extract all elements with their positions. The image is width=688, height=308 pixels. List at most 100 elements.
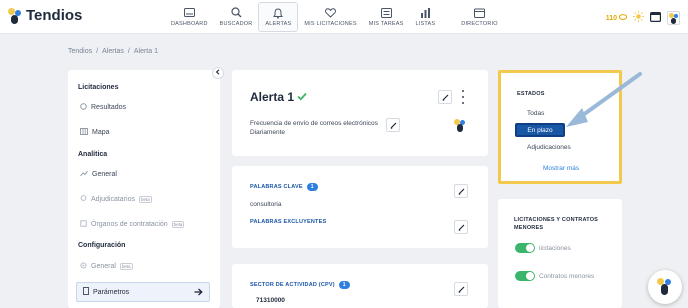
map-icon <box>80 128 88 137</box>
sidebar-item-config-general[interactable]: General beta <box>80 262 133 271</box>
frequency-value: Diariamente <box>250 129 286 136</box>
pencil-icon <box>458 280 465 298</box>
beta-badge: beta <box>138 196 152 203</box>
breadcrumb-tendios[interactable]: Tendios <box>68 48 92 55</box>
sector-count-badge: 1 <box>338 281 350 289</box>
nav-label: DIRECTORIO <box>461 20 498 27</box>
assistant-button[interactable] <box>648 270 682 304</box>
sidebar-item-label: General <box>91 263 116 270</box>
pencil-icon <box>458 182 465 200</box>
brand[interactable]: Tendios <box>8 7 82 24</box>
results-icon <box>80 103 87 112</box>
breadcrumb: Tendios / Alertas / Alerta 1 <box>68 48 158 55</box>
logo-icon <box>8 7 22 24</box>
sidebar-item-label: Órganos de contratación <box>91 221 168 228</box>
top-bar: Tendios DASHBOARD BUSCADOR ALERTAS MIS L… <box>0 0 688 34</box>
annotation-arrow-icon <box>566 72 642 127</box>
toggle-switch[interactable] <box>515 243 535 253</box>
directory-icon <box>473 7 485 19</box>
sidebar-section-licitaciones: Licitaciones <box>78 84 119 91</box>
sidebar-item-resultados[interactable]: Resultados <box>80 103 126 112</box>
more-options-icon[interactable] <box>460 90 466 104</box>
nav-alertas[interactable]: ALERTAS <box>258 2 299 32</box>
tendios-logo-icon <box>657 277 673 297</box>
keywords-label-text: PALABRAS CLAVE <box>250 184 303 190</box>
coin-icon <box>618 14 628 22</box>
sector-card: SECTOR DE ACTIVIDAD (CPV) 1 71310000 <box>232 264 488 308</box>
chart-line-icon <box>80 170 88 179</box>
sidebar-item-label: Parámetros <box>93 288 130 296</box>
tendios-logo-icon <box>454 118 468 134</box>
toggle-licitaciones[interactable]: licitaciones <box>515 243 571 253</box>
search-icon <box>230 7 242 19</box>
nav-mis-tareas[interactable]: MIS TAREAS <box>363 0 410 33</box>
edit-excluded-keywords-button[interactable] <box>454 220 468 234</box>
sidebar-collapse-button[interactable] <box>212 67 224 79</box>
nav-label: DASHBOARD <box>171 20 208 27</box>
estado-option-adjudicaciones[interactable]: Adjudicaciones <box>527 144 571 151</box>
sidebar-item-parametros[interactable]: Parámetros <box>76 282 210 302</box>
nav-directorio[interactable]: DIRECTORIO <box>455 0 503 33</box>
frequency-info: Frecuencia de envío de correos electróni… <box>250 119 378 137</box>
nav-label: LISTAS <box>415 20 436 27</box>
credits-value: 110 <box>605 14 617 22</box>
chevron-left-icon <box>215 69 221 77</box>
gear-icon <box>80 262 87 271</box>
check-icon <box>297 90 307 104</box>
edit-sector-button[interactable] <box>454 282 468 296</box>
bell-icon <box>272 7 284 19</box>
pencil-icon <box>458 218 465 236</box>
sidebar-item-label: Mapa <box>92 129 110 136</box>
heart-icon <box>325 7 337 19</box>
edit-keywords-button[interactable] <box>454 184 468 198</box>
sidebar-item-adjudicatarios[interactable]: Adjudicatarios beta <box>80 195 152 204</box>
credits-badge[interactable]: 110 <box>605 14 628 22</box>
nav-label: MIS LICITACIONES <box>304 20 357 27</box>
sidebar-section-analitica: Analítica <box>78 151 108 158</box>
estados-title: ESTADOS <box>517 91 545 97</box>
tasks-icon <box>380 7 392 19</box>
sidebar-item-general[interactable]: General <box>80 170 117 179</box>
calendar-icon[interactable] <box>650 9 662 27</box>
estado-option-en-plazo[interactable]: En plazo <box>515 123 565 137</box>
edit-frequency-button[interactable] <box>386 118 400 132</box>
pencil-icon <box>442 88 449 106</box>
nav-buscador[interactable]: BUSCADOR <box>214 0 259 33</box>
sidebar-item-mapa[interactable]: Mapa <box>80 128 110 137</box>
sidebar: Licitaciones Resultados Mapa Analítica G… <box>68 70 220 308</box>
toggle-contratos-menores[interactable]: Contratos menores <box>515 271 594 281</box>
keywords-card: PALABRAS CLAVE 1 consultoria PALABRAS EX… <box>232 166 488 248</box>
nav-label: ALERTAS <box>265 21 292 27</box>
user-avatar-icon[interactable] <box>667 11 680 25</box>
alert-title: Alerta 1 <box>250 90 307 104</box>
main-nav: DASHBOARD BUSCADOR ALERTAS MIS LICITACIO… <box>165 0 504 33</box>
sidebar-item-label: General <box>92 171 117 178</box>
toggle-switch[interactable] <box>515 271 535 281</box>
nav-label: MIS TAREAS <box>368 20 404 27</box>
sidebar-item-organos[interactable]: Órganos de contratación beta <box>80 220 185 229</box>
breadcrumb-separator: / <box>127 48 130 55</box>
top-right-tools: 110 <box>606 9 680 27</box>
nav-listas[interactable]: LISTAS <box>410 0 442 33</box>
contracts-title: LICITACIONES Y CONTRATOS MENORES <box>514 217 599 231</box>
sector-label-text: SECTOR DE ACTIVIDAD (CPV) <box>250 282 335 288</box>
nav-mis-licitaciones[interactable]: MIS LICITACIONES <box>298 0 362 33</box>
beta-badge: beta <box>119 263 133 270</box>
show-more-link[interactable]: Mostrar más <box>543 165 579 172</box>
award-icon <box>80 195 87 204</box>
sun-icon[interactable] <box>633 9 644 27</box>
breadcrumb-alertas[interactable]: Alertas <box>102 48 124 55</box>
estado-option-todas[interactable]: Todas <box>527 110 544 117</box>
excluded-keywords-label: PALABRAS EXCLUYENTES <box>250 219 327 225</box>
edit-title-button[interactable] <box>438 90 452 104</box>
breadcrumb-separator: / <box>96 48 99 55</box>
brand-name: Tendios <box>26 7 83 24</box>
keywords-count-badge: 1 <box>306 183 318 191</box>
alert-title-text: Alerta 1 <box>250 90 295 104</box>
sector-label: SECTOR DE ACTIVIDAD (CPV) 1 <box>250 281 350 289</box>
sidebar-section-configuracion: Configuración <box>78 242 126 249</box>
nav-dashboard[interactable]: DASHBOARD <box>165 0 214 33</box>
arrow-right-icon <box>194 288 203 298</box>
toggle-label: licitaciones <box>539 244 571 252</box>
breadcrumb-current: Alerta 1 <box>133 48 158 55</box>
